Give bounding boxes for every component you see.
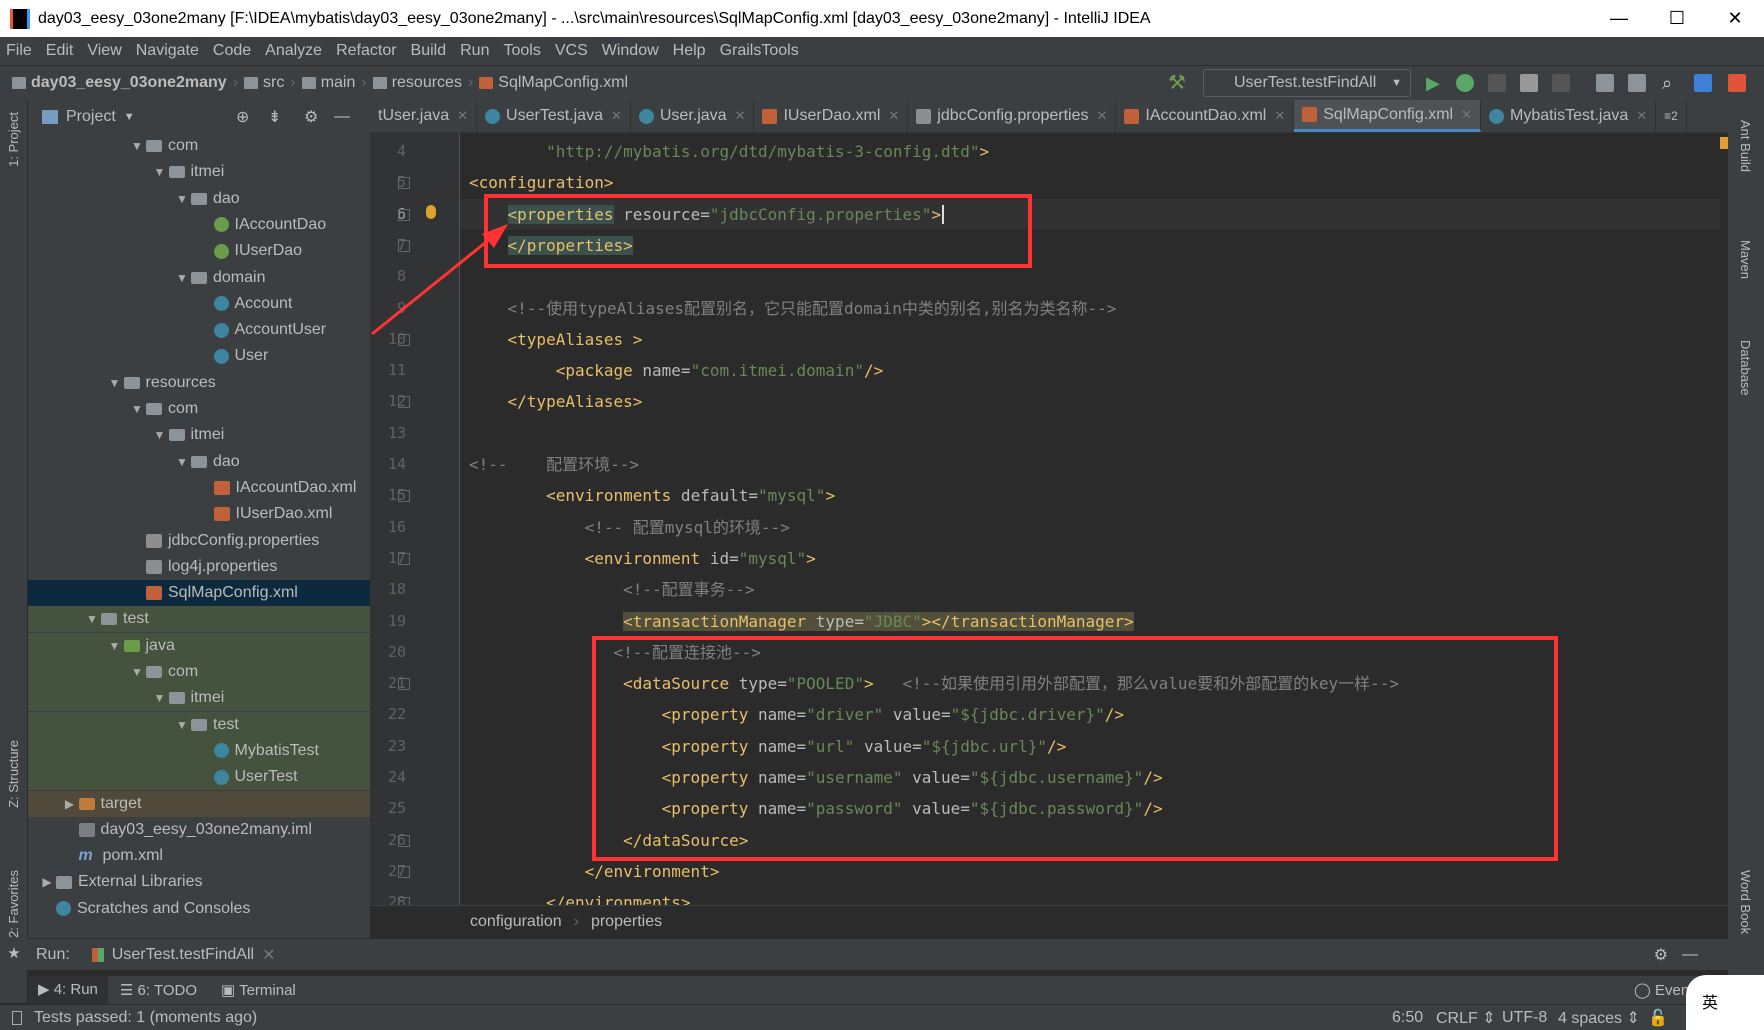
chevron-right-icon: › [573,913,579,930]
editor-scrollbar[interactable] [1720,133,1728,905]
annotation-arrow [371,224,508,336]
run-panel-header: Run: UserTest.testFindAll ✕ ⚙ — [28,938,1728,970]
event-log-tab[interactable]: ◯ Even [1634,981,1689,999]
run-tool-tab[interactable]: ▶ 4: Run [28,976,108,1004]
terminal-tool-tab[interactable]: ▣ Terminal [209,981,308,999]
status-bar: Tests passed: 1 (moments ago) 6:50 CRLF … [0,1004,1764,1030]
hide-icon[interactable]: — [1682,946,1698,964]
run-tool-label: 4: Run [53,981,98,998]
breadcrumb-properties[interactable]: properties [591,913,662,931]
warning-marker [1720,137,1728,149]
todo-tool-tab[interactable]: ☰ 6: TODO [108,981,209,999]
editor-breadcrumb: configuration › properties [370,905,1728,938]
test-config-icon [91,947,104,962]
lock-icon[interactable]: 🔓 [1648,1008,1668,1028]
gear-icon[interactable]: ⚙ [1654,945,1668,965]
indent-label: 4 spaces [1558,1009,1623,1027]
event-log-label: Even [1654,982,1690,999]
status-message: Tests passed: 1 (moments ago) [34,1008,258,1026]
status-toggle-icon[interactable] [12,1010,22,1025]
line-separator-label: CRLF [1436,1009,1478,1027]
file-encoding[interactable]: UTF-8 [1502,1009,1547,1027]
run-label: Run: [36,945,70,963]
line-separator[interactable]: CRLF ⇕ [1436,1008,1496,1028]
tool-window-bar: ▶ 4: Run ☰ 6: TODO ▣ Terminal ◯ Even [28,976,1728,1004]
terminal-tool-label: Terminal [239,982,296,999]
caret-position[interactable]: 6:50 [1392,1009,1423,1027]
breadcrumb-configuration[interactable]: configuration [470,913,562,931]
close-tab-icon[interactable]: ✕ [262,945,275,965]
todo-tool-label: 6: TODO [137,982,197,999]
ime-label: 英 [1702,995,1719,1012]
indent-setting[interactable]: 4 spaces ⇕ [1558,1008,1640,1028]
run-tab[interactable]: UserTest.testFindAll [112,946,254,964]
star-icon[interactable]: ★ [0,938,28,970]
ime-indicator[interactable]: 英 [1686,975,1764,1030]
